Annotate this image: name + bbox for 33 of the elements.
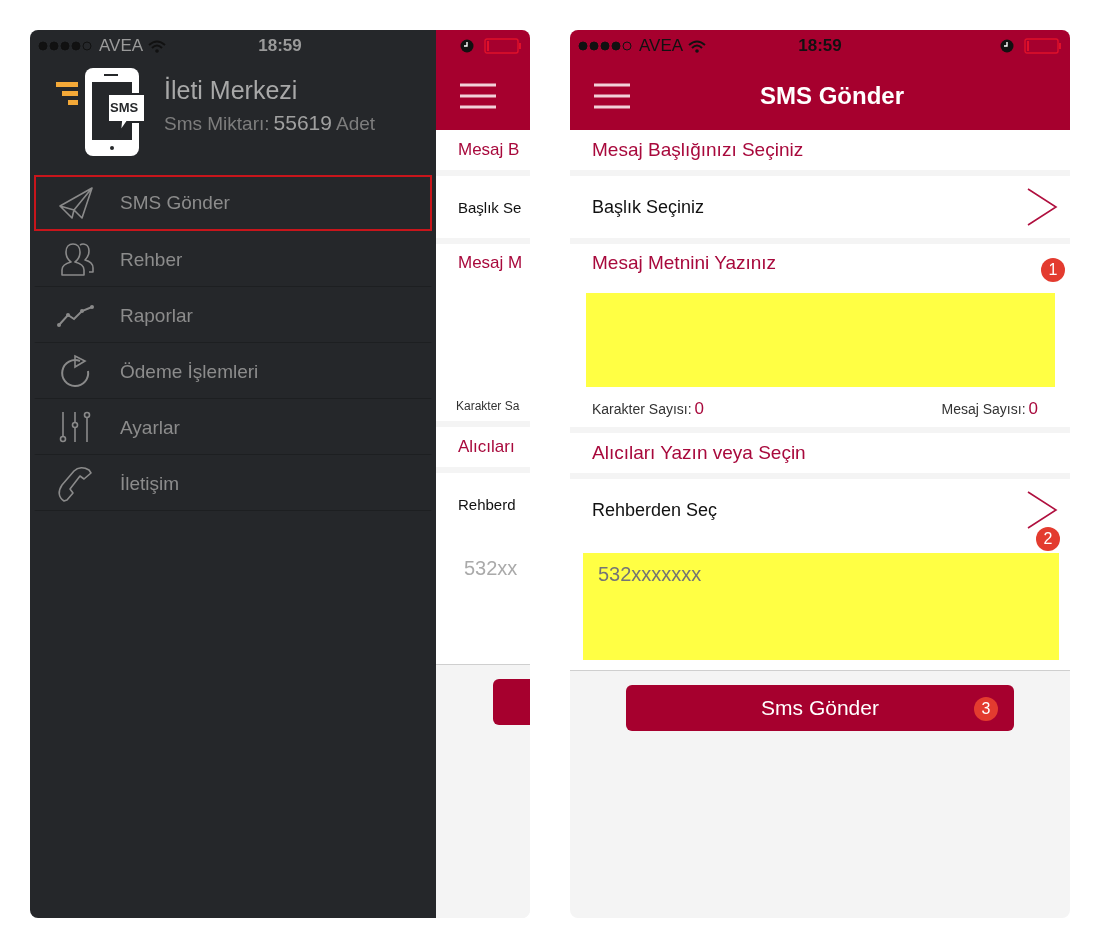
menu-item[interactable]: İletişim (34, 455, 432, 511)
logo-text: SMS (110, 100, 139, 115)
screen-title: SMS Gönder (759, 82, 905, 110)
menu-item[interactable]: Raporlar (34, 287, 432, 343)
step-badge: 3 (974, 697, 998, 721)
app-title: İleti Merkezi (164, 76, 299, 105)
character-count-label: Karakter Sa (456, 399, 520, 413)
character-count: 0 (694, 399, 705, 419)
message-count: 0 (1028, 399, 1038, 419)
recipients-field[interactable]: 532xx (436, 535, 530, 665)
menu-item[interactable]: SMS Gönder (34, 175, 432, 231)
message-count-label: Mesaj Sayısı: (941, 401, 1026, 417)
contacts-select-row[interactable]: Rehberd (436, 473, 530, 535)
section-title: Mesaj B (436, 130, 530, 170)
send-button[interactable]: Sms Gönder 3 (626, 685, 1014, 731)
carrier-name: AVEA (639, 36, 684, 56)
section-title: Alıcıları (436, 427, 530, 467)
section-title: Mesaj Başlığınızı Seçiniz (570, 130, 1070, 170)
title-select-row[interactable]: Başlık Seçiniz (570, 176, 1070, 238)
menu-item[interactable]: Rehber (34, 231, 432, 287)
step-badge: 2 (1036, 527, 1060, 551)
section-title: Alıcıları Yazın veya Seçin (570, 433, 1070, 473)
character-count-label: Karakter Sayısı: (592, 401, 692, 417)
recipients-field[interactable]: 532xxxxxxx (583, 553, 1059, 660)
sms-balance-unit: Adet (335, 113, 376, 135)
carrier-name: AVEA (99, 36, 144, 56)
title-select-row[interactable]: Başlık Se (436, 176, 530, 238)
menu-item[interactable]: Ayarlar (34, 399, 432, 455)
sms-balance-count: 55619 (273, 111, 332, 135)
menu-item[interactable]: Ödeme İşlemleri (34, 343, 432, 399)
status-time: 18:59 (258, 36, 302, 56)
sms-balance-label: Sms Miktarı: (164, 113, 270, 135)
status-time: 18:59 (798, 36, 842, 56)
